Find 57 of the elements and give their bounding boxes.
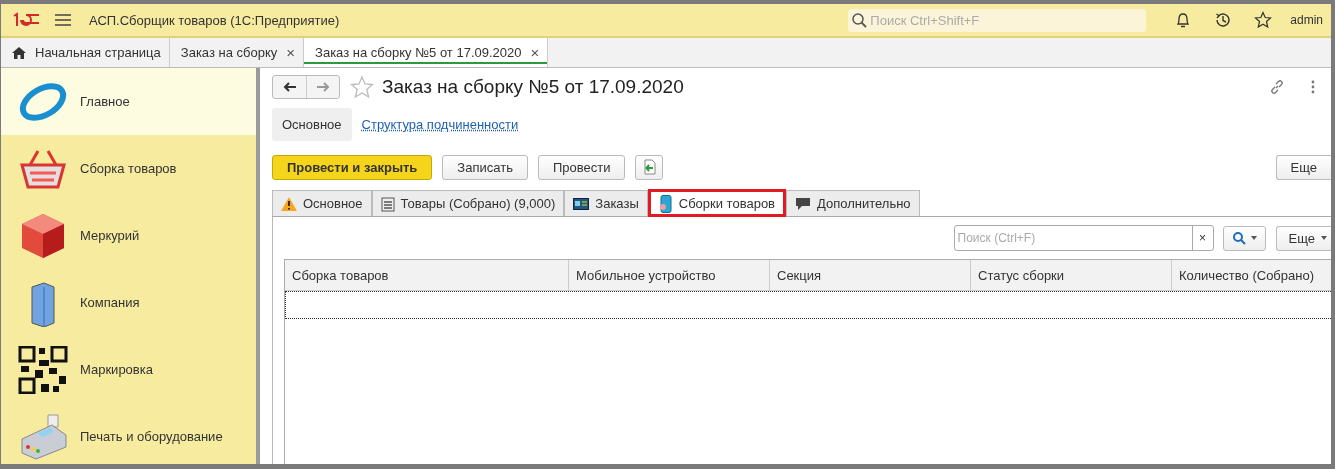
star-icon[interactable] [1254, 11, 1273, 29]
form-tab[interactable]: Сборки товаров [647, 189, 786, 217]
more-button[interactable]: Еще [1275, 154, 1331, 180]
table-search-field[interactable]: Поиск (Ctrl+F) × [953, 225, 1214, 251]
document-arrow-icon [642, 159, 657, 175]
sidebar-item[interactable]: Меркурий [1, 202, 256, 269]
close-icon[interactable]: × [530, 44, 540, 61]
post-and-close-button[interactable]: Провести и закрыть [272, 154, 433, 180]
sidebar-item[interactable]: Компания [1, 269, 256, 336]
warning-icon [281, 196, 297, 211]
clipboard-icon [380, 195, 395, 212]
window-tab[interactable]: Начальная страница [1, 38, 170, 67]
caret-icon [1321, 236, 1327, 240]
home-icon [12, 46, 26, 59]
form-tab[interactable]: Заказы [564, 190, 648, 216]
star-icon[interactable] [350, 75, 374, 99]
user-name[interactable]: admin [1290, 13, 1323, 27]
sidebar-item[interactable]: Сборка товаров [1, 135, 256, 202]
sidebar-item[interactable]: Главное [1, 68, 256, 135]
sidebar-item[interactable]: Печать и оборудование [1, 403, 256, 464]
empty-row[interactable] [285, 291, 1331, 319]
menu-icon[interactable] [55, 14, 71, 26]
search-icon [1231, 231, 1246, 245]
document-title: Заказ на сборку №5 от 17.09.2020 [382, 76, 684, 98]
section-link[interactable]: Структура подчиненности [361, 107, 529, 141]
back-arrow-icon [282, 82, 297, 92]
speech-bubble-icon [795, 196, 811, 211]
column-header[interactable]: Статус сборки [971, 260, 1172, 290]
form-tab[interactable]: Основное [272, 190, 372, 216]
form-tab[interactable]: Дополнительно [786, 190, 920, 216]
command-button[interactable]: Провести [537, 154, 626, 180]
command-button[interactable]: Записать [442, 154, 528, 180]
id-card-icon [573, 197, 590, 210]
sidebar-item[interactable]: Маркировка [1, 336, 256, 403]
column-header[interactable]: Количество (Собрано) [1172, 260, 1331, 290]
phone-icon [658, 194, 673, 213]
global-search-field[interactable]: Поиск Ctrl+Shift+F [848, 8, 1147, 32]
section-link[interactable]: Основное [272, 107, 352, 141]
column-header[interactable]: Сборка товаров [285, 260, 569, 290]
qr-code-icon [17, 345, 69, 394]
more-options-icon[interactable] [1311, 80, 1315, 94]
caret-icon [1250, 236, 1257, 240]
clear-search-button[interactable]: × [1191, 226, 1213, 250]
document-arrow-button[interactable] [635, 154, 664, 180]
window-tab[interactable]: Заказ на сборку №5 от 17.09.2020 × [304, 38, 549, 67]
search-button[interactable] [1222, 225, 1266, 251]
history-icon[interactable] [1214, 11, 1233, 29]
forward-arrow-icon [316, 82, 330, 92]
app-title: АСП.Сборщик товаров (1С:Предприятие) [89, 12, 340, 28]
link-icon[interactable] [1269, 79, 1285, 95]
more-button[interactable]: Еще [1275, 225, 1331, 251]
close-icon[interactable]: × [286, 44, 296, 61]
column-header[interactable]: Мобильное устройство [569, 260, 770, 290]
form-tab[interactable]: Товары (Собрано) (9,000) [371, 190, 565, 216]
ring-logo-icon [17, 81, 69, 122]
logo-icon [11, 12, 41, 28]
column-header[interactable]: Секция [770, 260, 971, 290]
